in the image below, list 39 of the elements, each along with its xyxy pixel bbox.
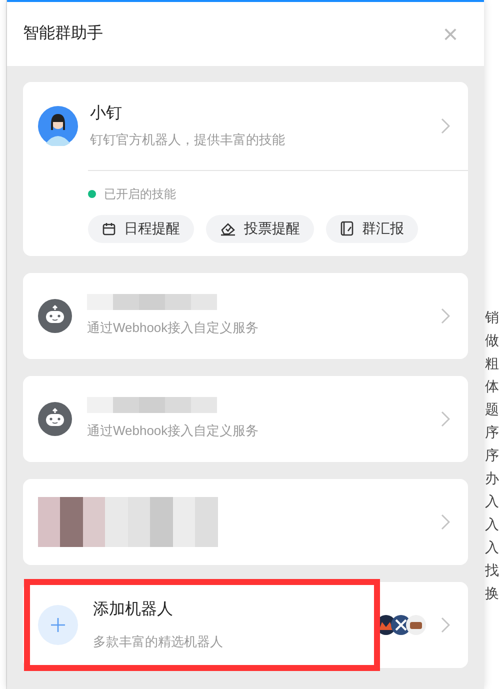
background-text: 换 (485, 584, 499, 602)
avatar-icon (38, 106, 78, 146)
skill-chip[interactable]: 日程提醒 (88, 214, 194, 242)
background-text: 入 (485, 515, 499, 533)
notebook-icon (340, 221, 354, 236)
robot-description: 通过Webhook接入自定义服务 (86, 319, 260, 338)
add-robot-card[interactable]: 添加机器人 多款丰富的精选机器人 (22, 582, 468, 668)
background-text: 序 (485, 423, 499, 441)
background-text: 粗 (485, 354, 499, 372)
chevron-right-icon (441, 118, 450, 134)
background-text: 入 (485, 538, 499, 556)
chevron-right-icon (441, 617, 450, 633)
plus-icon (38, 605, 78, 645)
chevron-right-icon (441, 514, 450, 530)
background-text: 序 (485, 446, 499, 464)
robot-description: 通过Webhook接入自定义服务 (86, 422, 260, 440)
robot-icon (38, 299, 72, 333)
ballot-icon (220, 222, 236, 236)
chevron-right-icon (441, 308, 450, 324)
chevron-right-icon (441, 411, 450, 427)
assistant-card[interactable]: 小钉 钉钉官方机器人，提供丰富的技能 已开启的技能 日程提醒 投票提醒 群汇报 (22, 82, 468, 256)
add-robot-title: 添加机器人 (92, 600, 174, 620)
skill-chip[interactable]: 投票提醒 (206, 214, 314, 242)
assistant-description: 钉钉官方机器人，提供丰富的技能 (90, 131, 286, 149)
robot-card[interactable] (22, 479, 468, 565)
background-text: 做 (485, 331, 499, 349)
background-text: 体 (485, 377, 499, 395)
assistant-name: 小钉 (90, 104, 123, 124)
robot-icon (38, 402, 72, 436)
background-text: 找 (485, 561, 499, 579)
calendar-icon (102, 222, 116, 236)
skills-label: 已开启的技能 (104, 186, 176, 202)
panel-title: 智能群助手 (22, 24, 103, 44)
skill-chip[interactable]: 群汇报 (326, 214, 418, 242)
background-text: 题 (485, 400, 499, 418)
add-robot-description: 多款丰富的精选机器人 (92, 633, 224, 652)
background-text: 入 (485, 492, 499, 510)
background-text: 销 (485, 308, 499, 326)
background-text: 办 (485, 469, 499, 487)
